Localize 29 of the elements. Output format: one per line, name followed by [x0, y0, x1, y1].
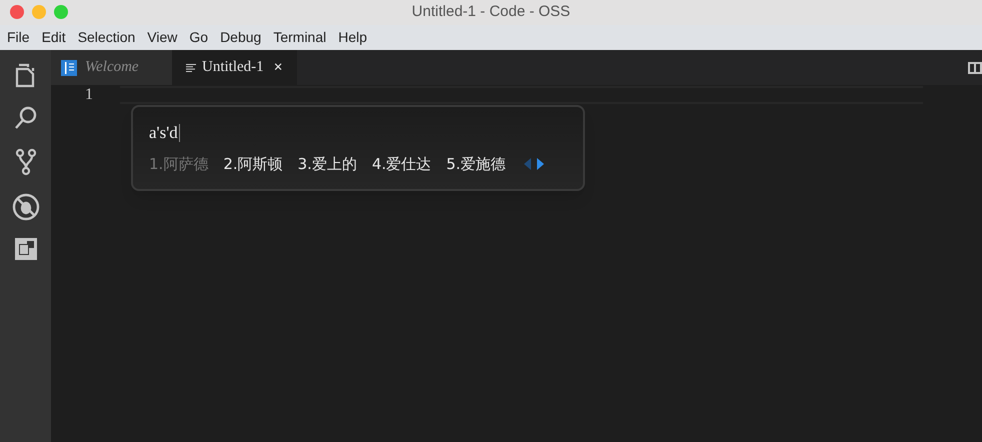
extensions-icon[interactable] — [14, 238, 36, 260]
editor-tab[interactable]: Welcome — [51, 50, 172, 85]
menu-item[interactable]: Terminal — [273, 27, 326, 48]
line-number: 1 — [84, 86, 93, 104]
ime-candidate[interactable]: 4.爱仕达 — [372, 153, 432, 176]
document-icon — [61, 60, 77, 76]
file-lines-icon — [186, 64, 196, 72]
text-cursor — [178, 124, 180, 142]
ime-candidate[interactable]: 3.爱上的 — [298, 153, 357, 176]
menu-item[interactable]: Go — [189, 27, 208, 48]
ime-candidate[interactable]: 5.爱施德 — [446, 153, 506, 176]
menu-item[interactable]: File — [7, 27, 30, 48]
menu-item[interactable]: Debug — [220, 27, 262, 48]
split-editor-icon[interactable] — [968, 62, 982, 74]
editor-tab[interactable]: Untitled-1 × — [172, 50, 297, 85]
bug-icon[interactable] — [12, 193, 40, 221]
menu-item[interactable]: Help — [338, 27, 368, 48]
search-icon[interactable] — [12, 105, 38, 131]
close-window-button[interactable] — [10, 5, 24, 19]
ime-input-text: a's'd — [149, 122, 178, 144]
menu-item[interactable]: Edit — [42, 27, 66, 48]
branch-icon[interactable] — [14, 148, 36, 176]
next-page-icon[interactable] — [536, 158, 544, 170]
menu-item[interactable]: View — [147, 27, 178, 48]
ime-candidate[interactable]: 1.阿萨德 — [149, 153, 208, 176]
close-tab-button[interactable]: × — [274, 56, 283, 80]
menu-item[interactable]: Selection — [78, 27, 136, 48]
window-title: Untitled-1 - Code - OSS — [412, 2, 570, 22]
ime-candidate[interactable]: 2.阿斯顿 — [223, 153, 283, 176]
